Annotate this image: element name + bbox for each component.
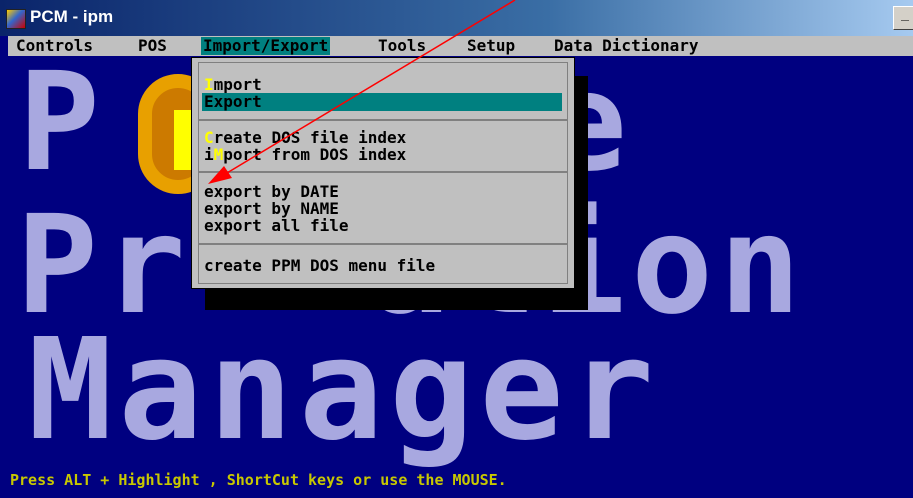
menu-option-export[interactable]: Export: [202, 93, 562, 111]
menu-setup[interactable]: Setup: [465, 37, 517, 55]
import-export-dropdown: Import Export Create DOS file index iMpo…: [191, 57, 575, 289]
status-bar: Press ALT + Highlight , ShortCut keys or…: [8, 470, 913, 490]
app-icon[interactable]: [6, 9, 26, 29]
menu-option-create-ppm-dos-menu-file[interactable]: create PPM DOS menu file: [204, 257, 435, 275]
window-title: PCM - ipm: [30, 7, 114, 26]
menu-controls[interactable]: Controls: [14, 37, 95, 55]
menu-separator: [198, 119, 568, 121]
menu-option-import-from-dos-index[interactable]: iMport from DOS index: [204, 146, 406, 164]
menu-data-dictionary[interactable]: Data Dictionary: [552, 37, 701, 55]
background-title-line-3: Manager: [28, 309, 661, 470]
menu-tools[interactable]: Tools: [376, 37, 428, 55]
status-hint-text: Press ALT + Highlight , ShortCut keys or…: [10, 471, 507, 489]
menu-import-export[interactable]: Import/Export: [201, 37, 331, 55]
menu-option-export-all-file[interactable]: export all file: [204, 217, 349, 235]
menu-bar: Controls POS Import/Export Tools Setup D…: [8, 36, 913, 56]
minimize-button[interactable]: _: [893, 6, 913, 30]
app-window: PCM - ipm _ Controls POS Import/Export T…: [0, 0, 913, 498]
menu-separator: [198, 171, 568, 173]
title-bar[interactable]: PCM - ipm _: [0, 0, 913, 36]
menu-pos[interactable]: POS: [136, 37, 169, 55]
menu-separator: [198, 243, 568, 245]
